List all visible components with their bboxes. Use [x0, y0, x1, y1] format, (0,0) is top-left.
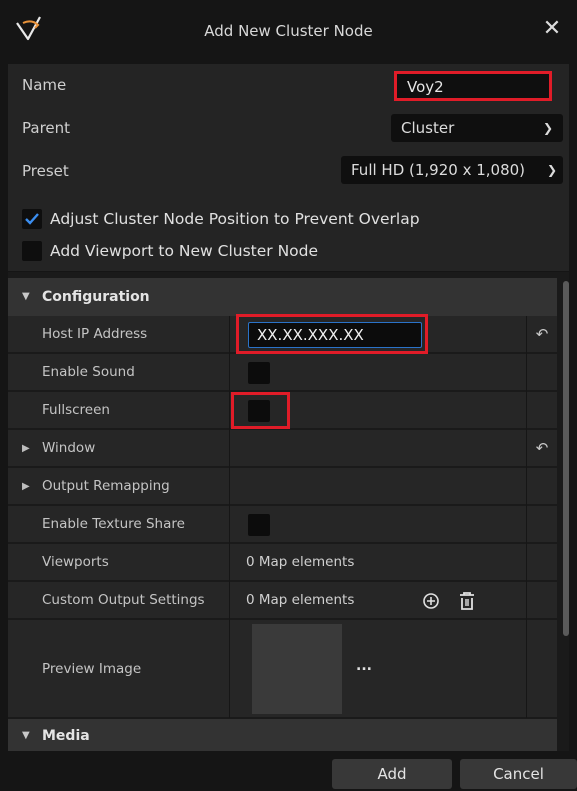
preview-more-button[interactable]: ... — [356, 658, 372, 674]
enable-texture-share-label: Enable Texture Share — [42, 516, 185, 532]
highlight-box — [236, 314, 428, 354]
preset-label: Preset — [22, 162, 69, 180]
preset-value: Full HD (1,920 x 1,080) — [351, 161, 526, 179]
node-form-panel: Name Voy2 Parent Cluster ❯ Preset Full H… — [8, 64, 569, 271]
title-bar: Add New Cluster Node ✕ — [0, 0, 577, 64]
custom-output-value: 0 Map elements — [246, 592, 355, 608]
configuration-label: Configuration — [42, 289, 150, 305]
enable-sound-checkbox[interactable] — [248, 362, 270, 384]
name-input[interactable]: Voy2 — [394, 71, 552, 101]
checkmark-icon — [25, 213, 39, 225]
details-panel: ▼ Configuration Host IP Address XX.XX.XX… — [8, 272, 557, 751]
host-ip-label: Host IP Address — [42, 326, 148, 342]
preview-image-thumbnail[interactable] — [252, 624, 342, 714]
output-remapping-label: Output Remapping — [42, 478, 170, 494]
custom-output-row: Custom Output Settings 0 Map elements — [8, 582, 557, 619]
caret-down-icon: ▼ — [22, 730, 30, 741]
parent-value: Cluster — [401, 119, 455, 137]
preset-dropdown[interactable]: Full HD (1,920 x 1,080) ❯ — [341, 156, 563, 184]
enable-texture-share-checkbox[interactable] — [248, 514, 270, 536]
add-button[interactable]: Add — [332, 759, 452, 789]
output-remapping-row[interactable]: ▶ Output Remapping — [8, 468, 557, 505]
fullscreen-label: Fullscreen — [42, 402, 110, 418]
window-row[interactable]: ▶ Window ↶ — [8, 430, 557, 467]
dialog-title: Add New Cluster Node — [204, 22, 373, 40]
add-viewport-checkbox[interactable] — [22, 241, 42, 261]
window-label: Window — [42, 440, 96, 456]
trash-icon[interactable] — [458, 591, 476, 611]
chevron-down-icon: ❯ — [542, 121, 553, 135]
column-divider — [526, 316, 527, 718]
caret-down-icon: ▼ — [22, 291, 30, 302]
parent-dropdown[interactable]: Cluster ❯ — [391, 114, 563, 142]
caret-right-icon: ▶ — [22, 443, 30, 454]
scrollbar-thumb[interactable] — [563, 281, 569, 636]
enable-texture-share-row: Enable Texture Share — [8, 506, 557, 543]
adjust-position-checkbox[interactable] — [22, 209, 42, 229]
highlight-box — [231, 392, 290, 429]
viewports-label: Viewports — [42, 554, 109, 570]
name-label: Name — [22, 76, 67, 94]
cancel-button[interactable]: Cancel — [460, 759, 577, 789]
enable-sound-row: Enable Sound — [8, 354, 557, 391]
enable-sound-label: Enable Sound — [42, 364, 135, 380]
parent-label: Parent — [22, 119, 71, 137]
viewports-row: Viewports 0 Map elements — [8, 544, 557, 581]
reset-to-default-icon[interactable]: ↶ — [532, 316, 552, 353]
viewports-value: 0 Map elements — [246, 554, 355, 570]
close-icon[interactable]: ✕ — [540, 17, 564, 41]
chevron-down-icon: ❯ — [546, 163, 557, 177]
caret-right-icon: ▶ — [22, 481, 30, 492]
custom-output-label: Custom Output Settings — [42, 592, 205, 608]
add-element-icon[interactable] — [422, 592, 440, 610]
reset-to-default-icon[interactable]: ↶ — [532, 430, 552, 467]
category-configuration[interactable]: ▼ Configuration — [8, 278, 557, 316]
adjust-position-label: Adjust Cluster Node Position to Prevent … — [50, 210, 420, 228]
category-media[interactable]: ▼ Media — [8, 719, 557, 751]
media-label: Media — [42, 728, 90, 744]
column-divider — [229, 316, 230, 718]
add-viewport-label: Add Viewport to New Cluster Node — [50, 242, 319, 260]
preview-image-label: Preview Image — [42, 661, 142, 677]
preview-image-row: Preview Image ... — [8, 620, 557, 718]
